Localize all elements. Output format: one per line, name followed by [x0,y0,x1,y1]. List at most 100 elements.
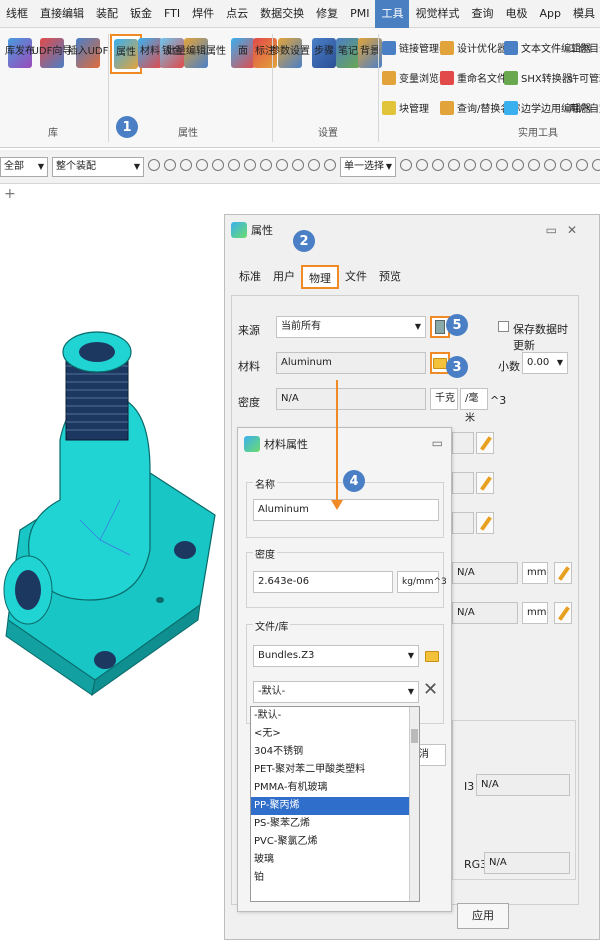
edit-pencil-icon[interactable] [476,512,494,534]
menu-item[interactable]: 点云 [220,0,254,28]
toolbar-tool-icon[interactable] [544,159,556,171]
menu-item[interactable]: 钣金 [124,0,158,28]
density-unit-select[interactable]: kg/mm^3 [397,571,447,593]
library-file-select[interactable]: Bundles.Z3 ▼ [253,645,419,667]
material-list-item[interactable]: PS-聚苯乙烯 [251,815,419,833]
properties-tab[interactable]: 标准 [233,265,267,289]
close-icon[interactable]: ✕ [567,223,587,237]
properties-tab[interactable]: 用户 [267,265,301,289]
user-custom-button[interactable]: 用户自定义 [566,100,600,115]
menu-item[interactable]: 数据交换 [254,0,310,28]
toolbar-tool-icon[interactable] [432,159,444,171]
menu-item[interactable]: 查询 [465,0,499,28]
insert-udf-button[interactable]: 插入UDF [68,38,108,68]
material-list-item[interactable]: <无> [251,725,419,743]
toolbar-tool-icon[interactable] [324,159,336,171]
edit-pencil-icon[interactable] [554,562,572,584]
menu-item[interactable]: 线框 [0,0,34,28]
shx-converter-button[interactable]: SHX转换器 [504,70,572,85]
toolbar-tool-icon[interactable] [212,159,224,171]
udf-wizard-button[interactable]: UDF向导 [32,38,72,68]
block-manager-button[interactable]: 块管理 [382,100,429,115]
library-browse-button[interactable] [423,645,441,667]
menu-item[interactable]: App [533,0,567,28]
work-directory-button[interactable]: 工作目录 [566,40,600,55]
properties-tab[interactable]: 物理 [301,265,339,289]
edit-pencil-icon[interactable] [476,472,494,494]
face-button[interactable]: 面 [231,38,255,68]
assembly-select[interactable]: 整个装配 ▼ [52,157,144,177]
delete-icon[interactable]: ✕ [423,679,438,700]
toolbar-tool-icon[interactable] [228,159,240,171]
source-select[interactable]: 当前所有 ▼ [276,316,426,338]
toolbar-tool-icon[interactable] [416,159,428,171]
edit-pencil-icon[interactable] [476,432,494,454]
toolbar-tool-icon[interactable] [308,159,320,171]
material-list-item[interactable]: 304不锈钢 [251,743,419,761]
toolbar-tool-icon[interactable] [196,159,208,171]
toolbar-tool-icon[interactable] [592,159,600,171]
material-dropdown-list[interactable]: -默认- <无> 304不锈钢 PET-聚对苯二甲酸类塑料 PMMA-有机玻璃 PP-聚丙… [250,706,420,902]
batch-edit-attribute-button[interactable]: 批量编辑属性 [166,38,226,68]
link-manager-button[interactable]: 链接管理器 [382,40,449,55]
material-name-input[interactable]: Aluminum [253,499,439,521]
add-tab-button[interactable]: + [4,186,16,202]
apply-button[interactable]: 应用 [457,903,509,929]
material-density-input[interactable]: 2.643e-06 [253,571,393,593]
toolbar-tool-icon[interactable] [180,159,192,171]
toolbar-tool-icon[interactable] [164,159,176,171]
scrollbar[interactable] [409,707,419,901]
part-model-view[interactable] [0,300,224,720]
menu-item[interactable]: FTI [158,0,186,28]
design-optimizer-button[interactable]: 设计优化器 [440,40,507,55]
scrollbar-thumb[interactable] [411,729,418,743]
save-update-checkbox[interactable] [498,321,509,332]
material-list-item[interactable]: -默认- [251,707,419,725]
menu-item[interactable]: 直接编辑 [34,0,90,28]
toolbar-tool-icon[interactable] [292,159,304,171]
library-publish-button[interactable]: 库发布 [5,38,35,68]
toolbar-tool-icon[interactable] [148,159,160,171]
edit-pencil-icon[interactable] [554,602,572,624]
parameter-settings-button[interactable]: 参数设置 [270,38,310,68]
menu-item[interactable]: 视觉样式 [409,0,465,28]
menu-item[interactable]: 电极 [499,0,533,28]
material-list-item[interactable]: PVC-聚氯乙烯 [251,833,419,851]
decimal-select[interactable]: 0.00 ▼ [522,352,568,374]
toolbar-tool-icon[interactable] [464,159,476,171]
rename-file-button[interactable]: 重命名文件 [440,70,507,85]
material-field[interactable]: Aluminum [276,352,426,374]
toolbar-tool-icon[interactable] [260,159,272,171]
density-mass-unit-select[interactable]: 千克 [430,388,458,410]
material-select[interactable]: -默认- ▼ [253,681,419,703]
toolbar-tool-icon[interactable] [496,159,508,171]
window-controls[interactable]: ▭✕ [546,223,587,237]
pin-icon[interactable]: ▭ [546,223,567,237]
material-list-item[interactable]: PET-聚对苯二甲酸类塑料 [251,761,419,779]
properties-tab[interactable]: 预览 [373,265,407,289]
menu-item[interactable]: 修复 [310,0,344,28]
menu-item[interactable]: 工具 [375,0,410,28]
notes-button[interactable]: 笔记 [336,38,360,68]
density-length-unit-select[interactable]: /毫米 [460,388,488,424]
material-button[interactable]: 材料 [138,38,162,68]
material-list-item[interactable]: PP-聚丙烯 [251,797,419,815]
license-manager-button[interactable]: 许可管理 [566,70,600,85]
menu-item[interactable]: 焊件 [186,0,220,28]
material-list-item[interactable]: PMMA-有机玻璃 [251,779,419,797]
toolbar-tool-icon[interactable] [560,159,572,171]
menu-item[interactable]: 装配 [90,0,124,28]
menu-item[interactable]: 模具 [567,0,600,28]
toolbar-tool-icon[interactable] [528,159,540,171]
material-list-item[interactable]: 玻璃 [251,851,419,869]
toolbar-tool-icon[interactable] [576,159,588,171]
toolbar-tool-icon[interactable] [400,159,412,171]
variable-browser-button[interactable]: 变量浏览器 [382,70,449,85]
pin-icon[interactable]: ▭ [432,436,443,450]
material-list-item[interactable]: 铂 [251,869,419,887]
properties-tab[interactable]: 文件 [339,265,373,289]
menu-item[interactable]: PMI [344,0,375,28]
toolbar-tool-icon[interactable] [244,159,256,171]
steps-button[interactable]: 步骤 [312,38,336,68]
toolbar-tool-icon[interactable] [276,159,288,171]
